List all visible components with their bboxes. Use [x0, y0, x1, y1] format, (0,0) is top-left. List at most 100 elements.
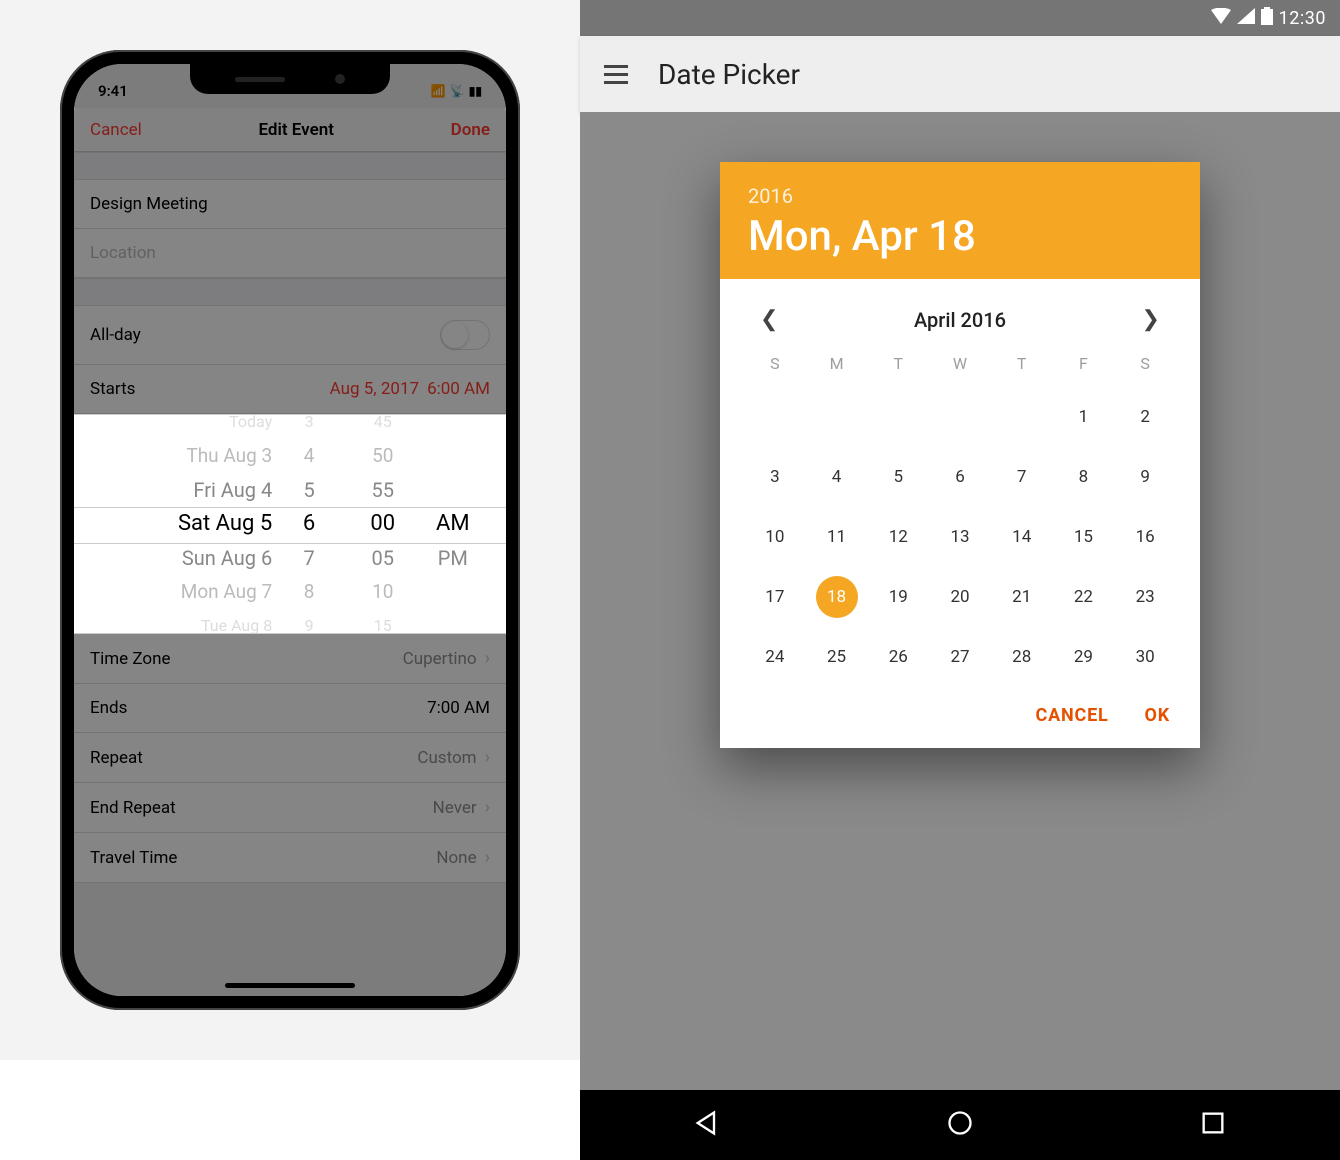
ios-status-time: 9:41	[98, 82, 128, 100]
wheel-item[interactable]: AM	[420, 507, 486, 541]
wheel-item[interactable]: 05	[346, 541, 420, 575]
android-status-bar: 12:30	[580, 0, 1340, 36]
calendar-day[interactable]: 20	[929, 575, 991, 619]
calendar-day[interactable]: 13	[929, 515, 991, 559]
allday-row[interactable]: All-day	[74, 306, 506, 365]
repeat-label: Repeat	[90, 748, 143, 768]
wheel-item[interactable]: 5	[272, 473, 346, 507]
calendar-day[interactable]: 25	[806, 635, 868, 679]
calendar-day[interactable]: 14	[991, 515, 1053, 559]
calendar-day[interactable]: 29	[1053, 635, 1115, 679]
wheel-minute-column[interactable]: 45505500051015	[346, 415, 420, 633]
calendar-day[interactable]: 22	[1053, 575, 1115, 619]
back-icon[interactable]	[693, 1109, 721, 1141]
android-panel: 12:30 Date Picker 2016 Mon, Apr 18 ❮ Apr…	[580, 0, 1340, 1160]
endrepeat-row[interactable]: End Repeat Never›	[74, 783, 506, 833]
wheel-item[interactable]: 00	[346, 507, 420, 541]
wheel-item[interactable]: PM	[420, 541, 486, 575]
menu-icon[interactable]	[604, 65, 628, 84]
wheel-item[interactable]: Mon Aug 7	[94, 575, 272, 609]
wheel-item[interactable]: 6	[272, 507, 346, 541]
calendar-day[interactable]: 19	[867, 575, 929, 619]
calendar-day[interactable]: 17	[744, 575, 806, 619]
calendar-day[interactable]: 5	[867, 455, 929, 499]
calendar-day[interactable]: 2	[1114, 395, 1176, 439]
done-button[interactable]: Done	[451, 120, 490, 140]
wheel-item[interactable]	[420, 439, 486, 473]
calendar-day[interactable]: 27	[929, 635, 991, 679]
next-month-button[interactable]: ❯	[1134, 303, 1168, 336]
wheel-item[interactable]: 10	[346, 575, 420, 609]
calendar-day[interactable]: 16	[1114, 515, 1176, 559]
wheel-item[interactable]	[420, 575, 486, 609]
wheel-item[interactable]	[420, 415, 486, 439]
calendar-day[interactable]: 11	[806, 515, 868, 559]
travel-label: Travel Time	[90, 848, 177, 868]
wheel-item[interactable]: Fri Aug 4	[94, 473, 272, 507]
wheel-item[interactable]: 55	[346, 473, 420, 507]
appbar-title: Date Picker	[658, 58, 800, 91]
dow-label: M	[806, 354, 868, 379]
wheel-item[interactable]	[420, 609, 486, 633]
calendar-day[interactable]: 21	[991, 575, 1053, 619]
calendar-day[interactable]: 30	[1114, 635, 1176, 679]
calendar-day[interactable]: 23	[1114, 575, 1176, 619]
traveltime-row[interactable]: Travel Time None›	[74, 833, 506, 883]
calendar-day[interactable]: 3	[744, 455, 806, 499]
calendar-day[interactable]: 26	[867, 635, 929, 679]
calendar-day[interactable]: 15	[1053, 515, 1115, 559]
home-icon[interactable]	[946, 1109, 974, 1141]
calendar-day[interactable]: 12	[867, 515, 929, 559]
prev-month-button[interactable]: ❮	[752, 303, 786, 336]
android-screen: 12:30 Date Picker 2016 Mon, Apr 18 ❮ Apr…	[580, 0, 1340, 1160]
header-year[interactable]: 2016	[748, 184, 1172, 208]
calendar-day[interactable]: 1	[1053, 395, 1115, 439]
calendar-day[interactable]: 4	[806, 455, 868, 499]
ios-datetime-wheel[interactable]: TodayThu Aug 3Fri Aug 4Sat Aug 5Sun Aug …	[74, 414, 506, 634]
calendar-day[interactable]: 9	[1114, 455, 1176, 499]
endrepeat-label: End Repeat	[90, 798, 176, 818]
starts-value: Aug 5, 2017 6:00 AM	[330, 379, 490, 399]
timezone-row[interactable]: Time Zone Cupertino›	[74, 634, 506, 684]
repeat-row[interactable]: Repeat Custom›	[74, 733, 506, 783]
wheel-date-column[interactable]: TodayThu Aug 3Fri Aug 4Sat Aug 5Sun Aug …	[94, 415, 272, 633]
wheel-item[interactable]: Sat Aug 5	[94, 507, 272, 541]
wheel-item[interactable]: Tue Aug 8	[94, 609, 272, 633]
calendar-day[interactable]: 6	[929, 455, 991, 499]
event-title-row[interactable]: Design Meeting	[74, 180, 506, 229]
cancel-button[interactable]: CANCEL	[1036, 705, 1109, 726]
calendar-day[interactable]: 24	[744, 635, 806, 679]
cancel-button[interactable]: Cancel	[90, 120, 142, 140]
event-title: Design Meeting	[90, 194, 208, 214]
wheel-item[interactable]	[420, 473, 486, 507]
battery-icon	[1261, 7, 1273, 30]
wheel-ampm-column[interactable]: AMPM	[420, 415, 486, 633]
wheel-item[interactable]: 8	[272, 575, 346, 609]
calendar-day[interactable]: 10	[744, 515, 806, 559]
ends-row[interactable]: Ends 7:00 AM	[74, 684, 506, 733]
wheel-item[interactable]: Today	[94, 415, 272, 439]
header-date[interactable]: Mon, Apr 18	[748, 212, 1172, 261]
wheel-item[interactable]: 15	[346, 609, 420, 633]
starts-row[interactable]: Starts Aug 5, 2017 6:00 AM	[74, 365, 506, 414]
wheel-item[interactable]: Thu Aug 3	[94, 439, 272, 473]
wheel-item[interactable]: 9	[272, 609, 346, 633]
allday-toggle[interactable]	[440, 320, 490, 350]
recents-icon[interactable]	[1199, 1109, 1227, 1141]
dow-label: T	[991, 354, 1053, 379]
calendar-day[interactable]: 8	[1053, 455, 1115, 499]
wheel-item[interactable]: Sun Aug 6	[94, 541, 272, 575]
wheel-item[interactable]: 7	[272, 541, 346, 575]
calendar-day[interactable]: 28	[991, 635, 1053, 679]
calendar-day[interactable]: 7	[991, 455, 1053, 499]
android-nav-bar	[580, 1090, 1340, 1160]
dow-label: F	[1053, 354, 1115, 379]
calendar-day[interactable]: 18	[806, 575, 868, 619]
ok-button[interactable]: OK	[1145, 705, 1170, 726]
wheel-hour-column[interactable]: 3456789	[272, 415, 346, 633]
location-row[interactable]: Location	[74, 229, 506, 278]
wheel-item[interactable]: 4	[272, 439, 346, 473]
wheel-item[interactable]: 50	[346, 439, 420, 473]
wheel-item[interactable]: 3	[272, 415, 346, 439]
wheel-item[interactable]: 45	[346, 415, 420, 439]
